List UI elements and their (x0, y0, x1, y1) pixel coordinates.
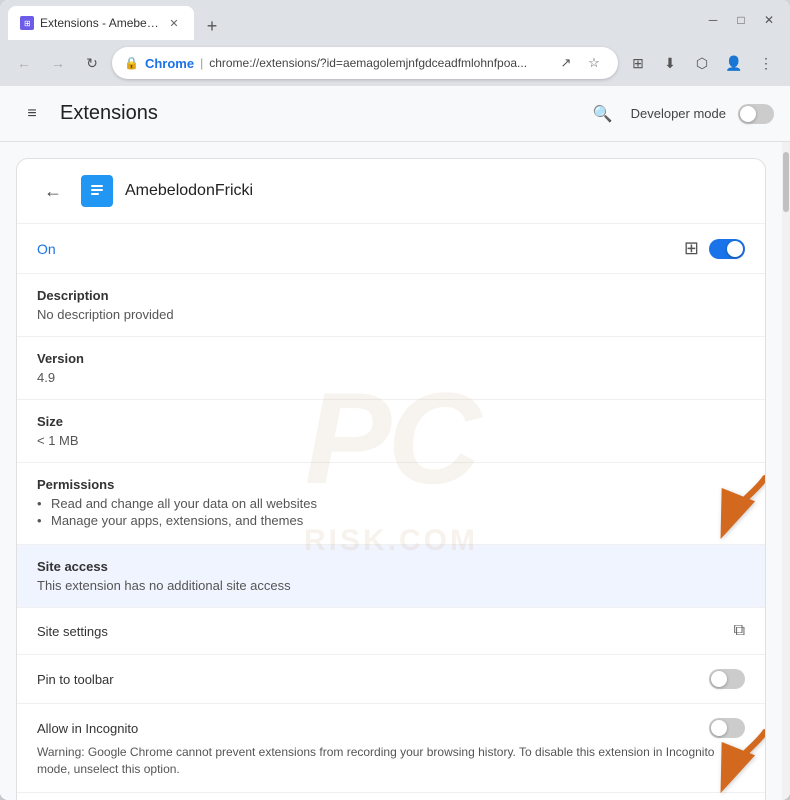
permissions-section: Permissions Read and change all your dat… (17, 463, 765, 545)
site-settings-row[interactable]: Site settings ⧉ (17, 608, 765, 655)
site-access-label: Site access (37, 559, 745, 574)
active-tab[interactable]: ⊞ Extensions - AmebelodonFricki ✕ (8, 6, 194, 40)
maximize-button[interactable]: □ (728, 7, 754, 33)
bookmark-button[interactable]: ☆ (582, 51, 606, 75)
close-button[interactable]: ✕ (756, 7, 782, 33)
incognito-warning: Warning: Google Chrome cannot prevent ex… (37, 744, 745, 778)
extensions-header: ≡ Extensions 🔍 Developer mode (0, 86, 790, 142)
addressbar: ← → ↻ 🔒 Chrome | chrome://extensions/?id… (0, 40, 790, 86)
site-settings-label: Site settings (37, 624, 108, 639)
share-button[interactable]: ↗ (554, 51, 578, 75)
svg-text:⊞: ⊞ (24, 19, 31, 28)
tab-title: Extensions - AmebelodonFricki (40, 16, 160, 30)
pin-toggle-thumb (711, 671, 727, 687)
site-access-section: Site access This extension has no additi… (17, 545, 765, 608)
address-actions: ↗ ☆ (554, 51, 606, 75)
permission-item-2: Manage your apps, extensions, and themes (37, 513, 745, 528)
size-value: < 1 MB (37, 433, 745, 448)
address-field[interactable]: 🔒 Chrome | chrome://extensions/?id=aemag… (112, 47, 618, 79)
size-section: Size < 1 MB (17, 400, 765, 463)
description-section: Description No description provided (17, 274, 765, 337)
tab-search-button[interactable]: ⬡ (688, 49, 716, 77)
scrollbar-track[interactable] (782, 142, 790, 800)
version-section: Version 4.9 (17, 337, 765, 400)
pin-toolbar-label: Pin to toolbar (37, 672, 114, 687)
page-title: Extensions (60, 102, 587, 125)
reload-button[interactable]: ↻ (78, 49, 106, 77)
status-right: ⊞ (684, 238, 745, 259)
download-button[interactable]: ⬇ (656, 49, 684, 77)
address-url: chrome://extensions/?id=aemagolemjnfgdce… (209, 56, 527, 70)
incognito-toggle[interactable] (709, 718, 745, 738)
extension-enable-toggle[interactable] (709, 239, 745, 259)
developer-mode-toggle[interactable] (738, 104, 774, 124)
window-controls: ─ □ ✕ (700, 7, 782, 33)
permissions-list: Read and change all your data on all web… (37, 496, 745, 528)
minimize-button[interactable]: ─ (700, 7, 726, 33)
scrollbar-thumb[interactable] (783, 152, 789, 212)
pin-toolbar-toggle[interactable] (709, 669, 745, 689)
extension-card: ← AmebelodonFricki (16, 158, 766, 800)
version-value: 4.9 (37, 370, 745, 385)
toggle-thumb (740, 106, 756, 122)
tab-favicon: ⊞ (20, 16, 34, 30)
address-brand: Chrome (145, 56, 194, 71)
status-row: On ⊞ (17, 224, 765, 274)
enable-toggle-thumb (727, 241, 743, 257)
incognito-label: Allow in Incognito (37, 721, 138, 736)
incognito-section: Allow in Incognito Warning: Google Chrom… (17, 704, 765, 793)
external-link-icon: ⧉ (734, 622, 745, 640)
titlebar: ⊞ Extensions - AmebelodonFricki ✕ + ─ □ … (0, 0, 790, 40)
description-value: No description provided (37, 307, 745, 322)
tabs-area: ⊞ Extensions - AmebelodonFricki ✕ + (8, 0, 700, 40)
extensions-button[interactable]: ⊞ (624, 49, 652, 77)
address-separator: | (200, 56, 203, 70)
developer-mode-label: Developer mode (631, 106, 726, 121)
extension-icon (81, 175, 113, 207)
status-label: On (37, 241, 56, 257)
tab-close-button[interactable]: ✕ (166, 15, 182, 31)
incognito-toggle-thumb (711, 720, 727, 736)
grid-icon: ⊞ (684, 238, 699, 259)
profile-button[interactable]: 👤 (720, 49, 748, 77)
back-button[interactable]: ← (37, 175, 69, 207)
size-label: Size (37, 414, 745, 429)
permission-item-1: Read and change all your data on all web… (37, 496, 745, 511)
permissions-label: Permissions (37, 477, 745, 492)
page-wrapper: ≡ Extensions 🔍 Developer mode PC RISK.CO… (0, 86, 790, 800)
site-access-value: This extension has no additional site ac… (37, 578, 745, 593)
version-label: Version (37, 351, 745, 366)
search-button[interactable]: 🔍 (587, 98, 619, 130)
description-label: Description (37, 288, 745, 303)
extension-name: AmebelodonFricki (125, 182, 745, 200)
card-header: ← AmebelodonFricki (17, 159, 765, 224)
menu-button[interactable]: ⋮ (752, 49, 780, 77)
header-right: 🔍 Developer mode (587, 98, 774, 130)
toolbar-actions: ⊞ ⬇ ⬡ 👤 ⋮ (624, 49, 780, 77)
security-icon: 🔒 (124, 56, 139, 70)
source-section: Source Not from Chrome Web Store. (17, 793, 765, 800)
back-button[interactable]: ← (10, 49, 38, 77)
hamburger-button[interactable]: ≡ (16, 98, 48, 130)
browser-window: ⊞ Extensions - AmebelodonFricki ✕ + ─ □ … (0, 0, 790, 800)
incognito-top: Allow in Incognito (37, 718, 745, 738)
pin-toolbar-row: Pin to toolbar (17, 655, 765, 704)
forward-button[interactable]: → (44, 49, 72, 77)
new-tab-button[interactable]: + (198, 12, 226, 40)
main-content: ≡ Extensions 🔍 Developer mode PC RISK.CO… (0, 86, 790, 800)
content-area: PC RISK.COM ← (0, 142, 782, 800)
